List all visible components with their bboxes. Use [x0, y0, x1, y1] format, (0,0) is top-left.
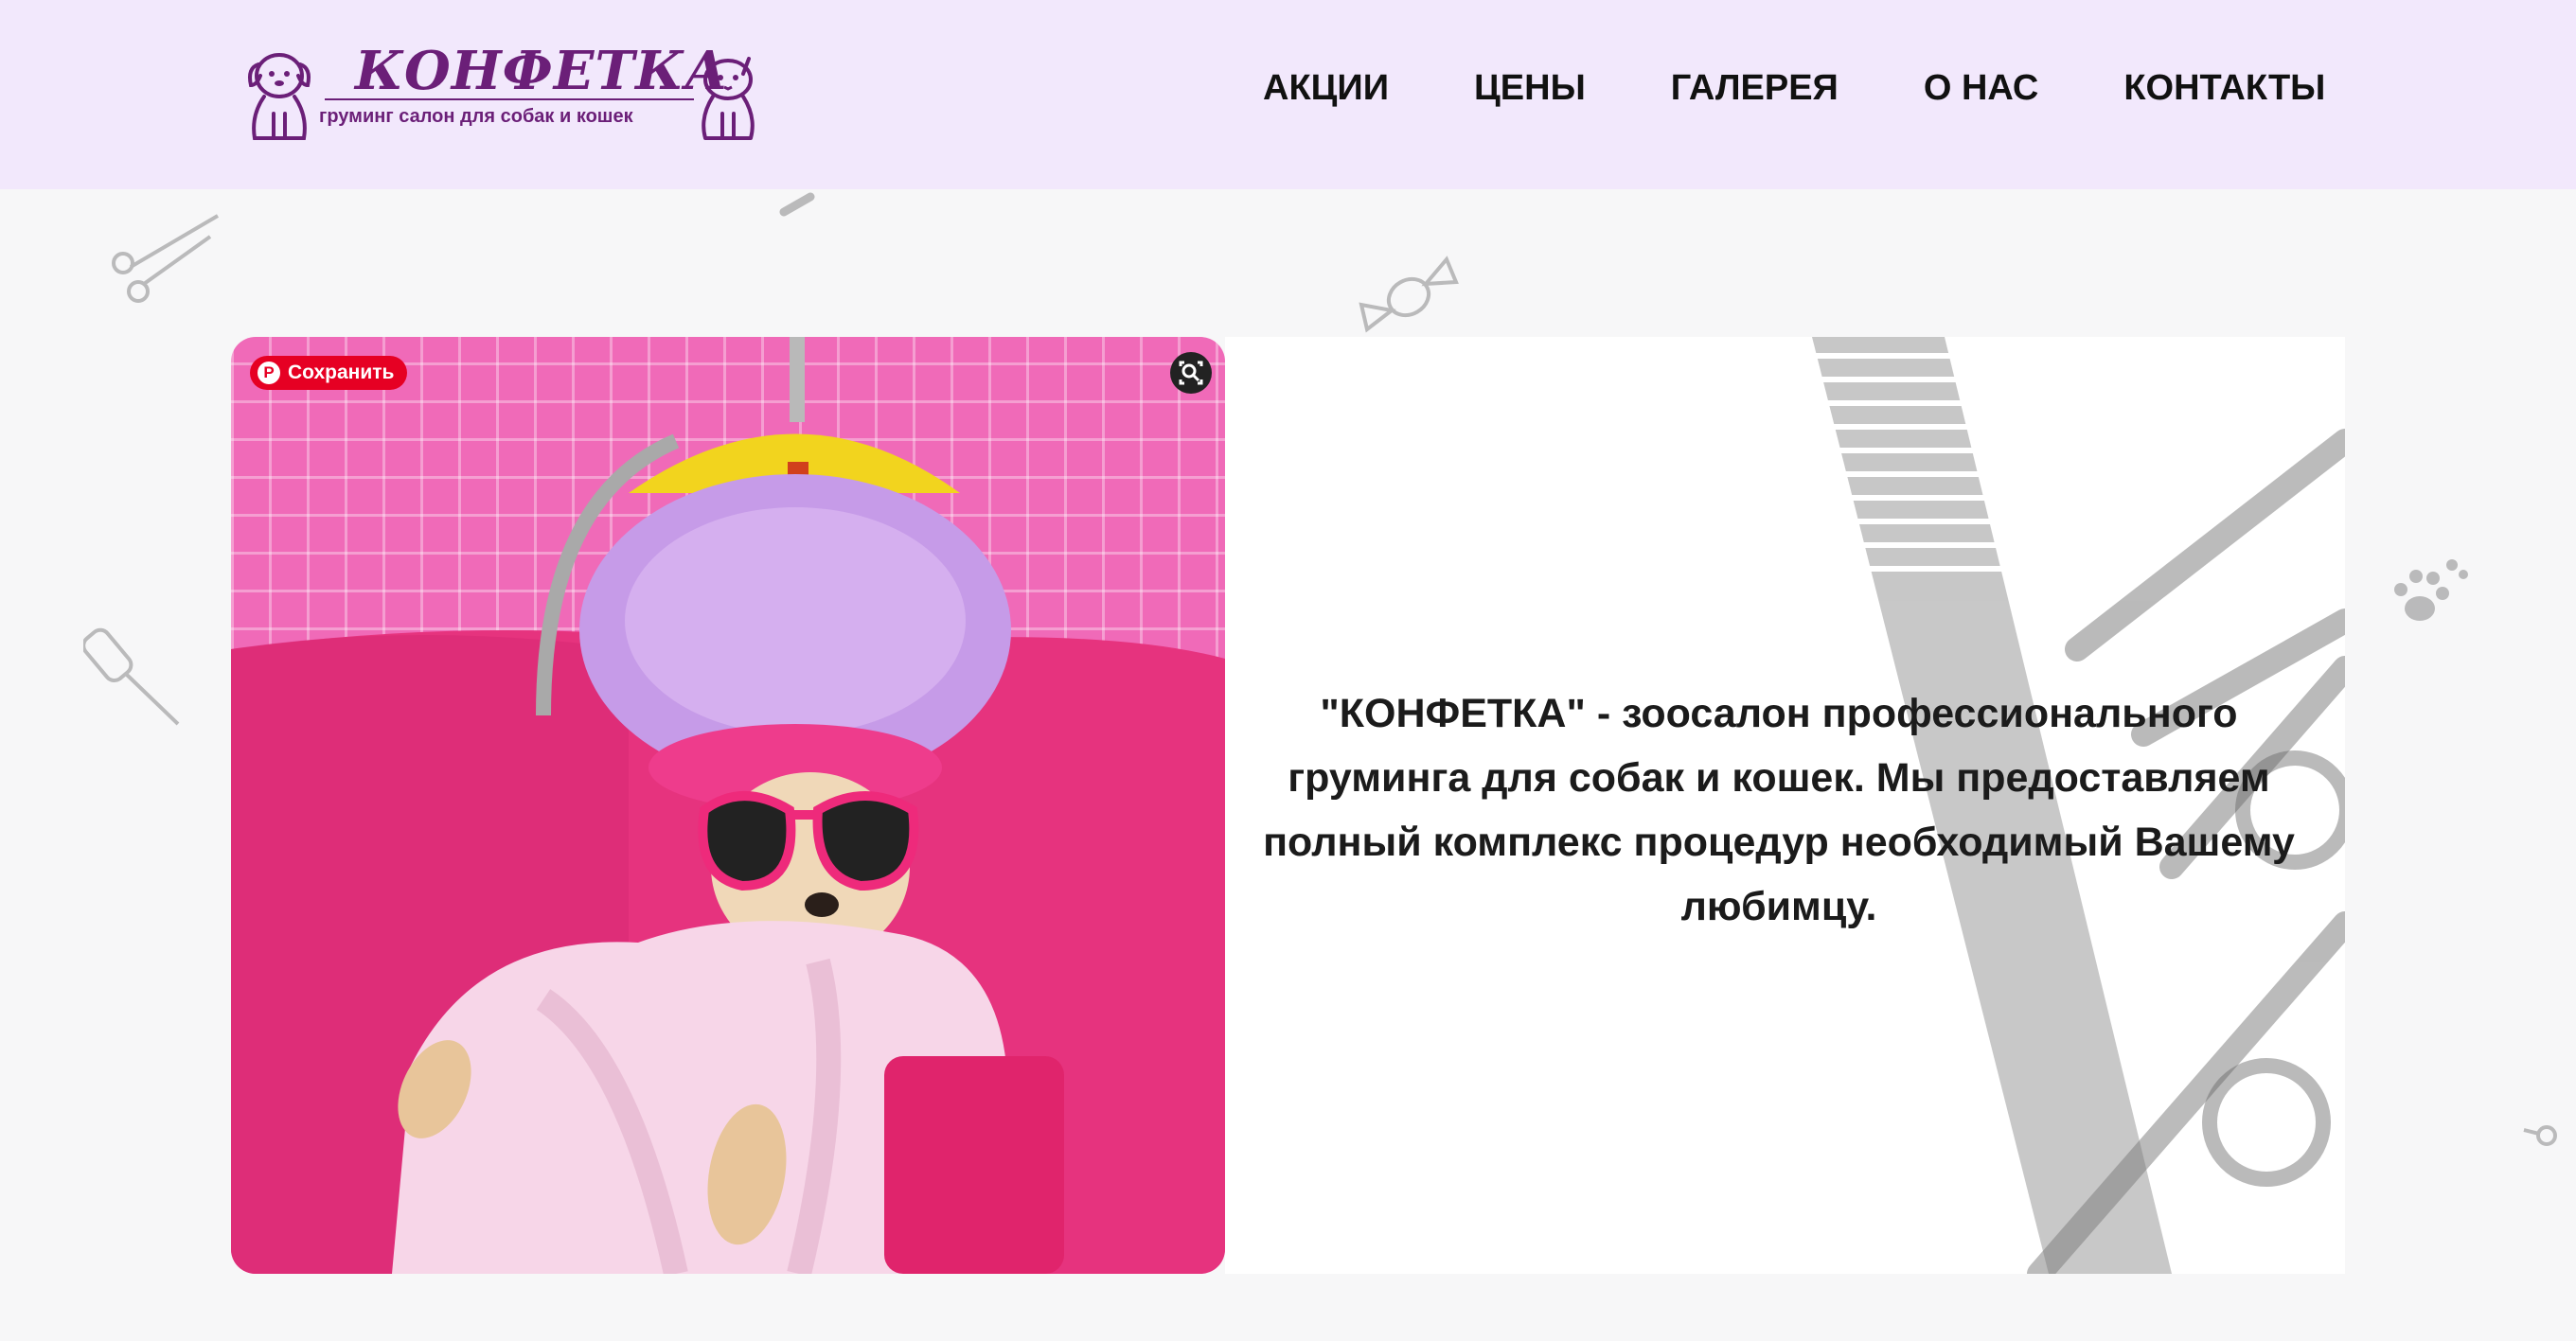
nav-prices[interactable]: ЦЕНЫ: [1474, 68, 1586, 109]
pinterest-icon: P: [258, 362, 280, 384]
dog-icon: [248, 53, 311, 140]
logo-underline: [325, 98, 694, 100]
dog-in-robe-illustration: [231, 337, 1225, 1274]
bone-icon: [779, 192, 815, 217]
scissors-icon: [2523, 1125, 2557, 1146]
save-button-label: Сохранить: [288, 362, 395, 383]
logo-title: КОНФЕТКА: [355, 40, 729, 102]
nav-promotions[interactable]: АКЦИИ: [1263, 68, 1389, 109]
logo[interactable]: КОНФЕТКА груминг салон для собак и кошек: [241, 40, 762, 146]
intro-description: "КОНФЕТКА" - зоосалон профессионального …: [1263, 691, 2295, 929]
candy-icon: [1359, 256, 1459, 333]
logo-subtitle: груминг салон для собак и кошек: [319, 106, 633, 127]
nav-gallery[interactable]: ГАЛЕРЕЯ: [1671, 68, 1839, 109]
intro-card: "КОНФЕТКА" - зоосалон профессионального …: [1225, 337, 2345, 1274]
brush-icon: [83, 627, 180, 726]
main-nav: АКЦИИ ЦЕНЫ ГАЛЕРЕЯ О НАС КОНТАКТЫ: [1263, 68, 2325, 109]
nav-about[interactable]: О НАС: [1924, 68, 2039, 109]
paw-icon: [2394, 559, 2468, 621]
pinterest-save-button[interactable]: P Сохранить: [250, 356, 408, 390]
visual-search-icon: [1179, 361, 1203, 385]
nav-contacts[interactable]: КОНТАКТЫ: [2123, 68, 2325, 109]
site-header: КОНФЕТКА груминг салон для собак и кошек…: [0, 0, 2576, 189]
cat-icon: [702, 57, 755, 140]
hero-image: P Сохранить: [231, 337, 1225, 1274]
scissors-icon: [112, 214, 220, 303]
visual-search-button[interactable]: [1170, 352, 1212, 394]
